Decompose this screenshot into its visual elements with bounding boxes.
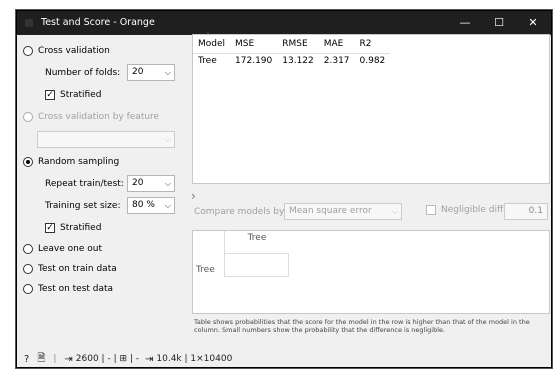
repeat-value: 20	[132, 178, 144, 188]
number-of-folds-row: Number of folds:	[45, 65, 120, 81]
scores-table: ^ Model MSE RMSE MAE R2 Tree 172.190 13.1…	[192, 32, 550, 184]
leave-one-out-option[interactable]: Leave one out	[23, 241, 102, 257]
output-icon: ⇥	[145, 353, 154, 365]
cv-by-feature-label: Cross validation by feature	[38, 112, 160, 122]
report-icon[interactable]: 🗎	[37, 351, 45, 368]
title-bar: Test and Score - Orange — ☐ ✕	[17, 11, 551, 35]
chevron-down-icon: ⌵	[164, 179, 171, 188]
window-title: Test and Score - Orange	[41, 17, 155, 28]
number-of-folds-value: 20	[132, 67, 144, 77]
test-on-test-option[interactable]: Test on test data	[23, 281, 113, 297]
negligible-diff-label: Negligible diff.:	[441, 205, 510, 215]
number-of-folds-label: Number of folds:	[45, 68, 121, 78]
maximize-button[interactable]: ☐	[485, 15, 513, 31]
help-icon[interactable]: ?	[24, 354, 29, 365]
negligible-diff-checkbox	[426, 205, 436, 215]
comparison-column-header: Tree	[247, 233, 267, 243]
training-size-label: Training set size:	[45, 201, 121, 211]
app-icon	[25, 19, 33, 27]
status-bar: ? 🗎 | ⇥ 2600 | - | ⊞ | - ⇥ 10.4k | 1×104…	[16, 350, 552, 368]
column-header-mae[interactable]: MAE	[318, 35, 355, 54]
chevron-right-icon[interactable]: ›	[191, 189, 196, 203]
output-summary[interactable]: 10.4k | 1×10400	[156, 354, 232, 364]
repeat-select[interactable]: 20 ⌵	[127, 175, 175, 192]
minimize-button[interactable]: —	[451, 15, 479, 31]
random-sampling-option[interactable]: Random sampling	[23, 154, 119, 170]
training-size-value: 80 %	[132, 200, 155, 210]
model-cell: Tree	[198, 55, 217, 66]
column-header-mse[interactable]: MSE	[230, 35, 278, 54]
stratified-rs-option[interactable]: ✓ Stratified	[45, 220, 101, 236]
compare-models-row: Compare models by: Mean square error ⌵ N…	[192, 203, 550, 220]
chevron-down-icon: ⌵	[164, 201, 171, 210]
rmse-cell: 13.122	[282, 55, 314, 66]
random-sampling-radio[interactable]	[23, 157, 33, 167]
r2-cell: 0.982	[359, 55, 386, 66]
training-size-select[interactable]: 80 % ⌵	[127, 197, 175, 214]
negligible-diff-option: Negligible diff.:	[426, 205, 509, 215]
sort-arrow-icon: ^	[205, 32, 211, 40]
feature-select: ⌵	[37, 131, 175, 148]
compare-metric-value: Mean square error	[289, 206, 372, 216]
leave-one-out-label: Leave one out	[38, 244, 102, 254]
stratified-cv-label: Stratified	[60, 90, 102, 100]
stratified-rs-label: Stratified	[60, 223, 102, 233]
test-on-train-label: Test on train data	[38, 264, 117, 274]
mae-cell: 2.317	[323, 55, 350, 66]
column-header-r2[interactable]: R2	[354, 35, 391, 54]
test-on-train-option[interactable]: Test on train data	[23, 261, 117, 277]
divider: |	[53, 354, 57, 364]
random-sampling-label: Random sampling	[38, 157, 120, 167]
number-of-folds-select[interactable]: 20 ⌵	[127, 64, 175, 81]
test-on-test-radio[interactable]	[23, 284, 33, 294]
cv-by-feature-radio	[23, 112, 33, 122]
stratified-cv-option[interactable]: ✓ Stratified	[45, 87, 101, 103]
training-size-row: Training set size:	[45, 198, 120, 214]
cv-by-feature-option: Cross validation by feature	[23, 109, 159, 125]
input-icon: ⇥	[64, 353, 73, 365]
comparison-row-header: Tree	[196, 265, 215, 275]
comparison-note: Table shows probabilities that the score…	[194, 318, 530, 334]
close-button[interactable]: ✕	[519, 15, 547, 31]
comparison-table: Tree Tree	[192, 230, 550, 314]
cross-validation-radio[interactable]	[23, 46, 33, 56]
test-on-test-label: Test on test data	[38, 284, 114, 294]
compare-label: Compare models by:	[194, 206, 287, 217]
table-row[interactable]: Tree 172.190 13.122 2.317 0.982	[193, 53, 390, 68]
cross-validation-option[interactable]: Cross validation	[23, 43, 110, 59]
negligible-diff-input: 0.1	[504, 203, 548, 220]
chevron-down-icon: ⌵	[391, 207, 398, 216]
leave-one-out-radio[interactable]	[23, 244, 33, 254]
test-on-train-radio[interactable]	[23, 264, 33, 274]
chevron-down-icon: ⌵	[164, 68, 171, 77]
repeat-row: Repeat train/test:	[45, 176, 124, 192]
cross-validation-label: Cross validation	[38, 46, 110, 56]
compare-metric-select: Mean square error ⌵	[284, 203, 402, 220]
comparison-cell	[225, 253, 289, 277]
stratified-rs-checkbox[interactable]: ✓	[45, 223, 55, 233]
input-summary[interactable]: 2600 | - | ⊞ | -	[76, 354, 139, 364]
column-header-model[interactable]: ^ Model	[193, 32, 231, 54]
repeat-label: Repeat train/test:	[45, 179, 124, 189]
stratified-cv-checkbox[interactable]: ✓	[45, 90, 55, 100]
chevron-down-icon: ⌵	[164, 135, 171, 144]
mse-cell: 172.190	[235, 55, 273, 66]
column-header-rmse[interactable]: RMSE	[277, 35, 319, 54]
